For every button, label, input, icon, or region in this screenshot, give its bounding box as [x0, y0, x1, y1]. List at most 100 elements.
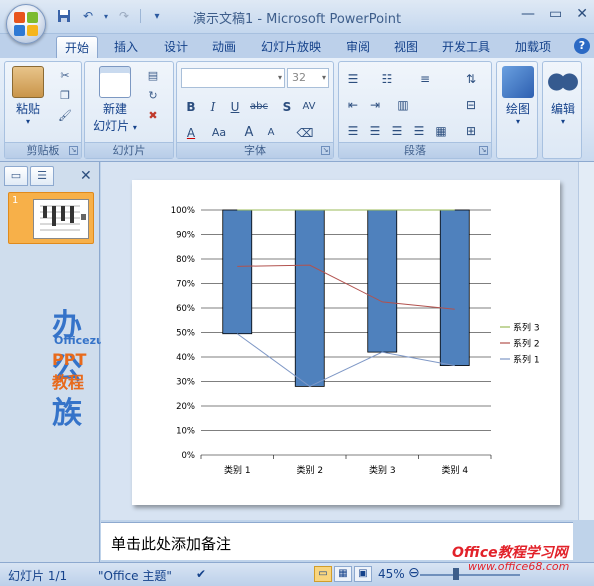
theme-name[interactable]: "Office 主题" [98, 567, 172, 584]
x-tick-label: 类别 2 [296, 464, 323, 476]
normal-view-icon[interactable]: ▭ [314, 566, 332, 582]
watermark-subtitle: PPT教程 [52, 350, 87, 392]
tab-slideshow[interactable]: 幻灯片放映 [256, 36, 326, 58]
editing-button[interactable]: 编辑 ▾ [545, 66, 581, 126]
shapes-icon [502, 66, 534, 98]
clipboard-icon [12, 66, 44, 98]
y-tick-label: 100% [171, 206, 195, 216]
tab-view[interactable]: 视图 [388, 36, 424, 58]
group-paragraph: ☰ ☷ ≡ ⇅ ⇤ ⇥ ▥ ⊟ ☰ ☰ ☰ ☰ ▦ ⊞ 段落 ↘ [338, 61, 492, 159]
slide-thumbnail[interactable]: 1 [8, 192, 94, 244]
y-tick-label: 60% [176, 304, 195, 314]
notes-placeholder: 单击此处添加备注 [111, 535, 232, 553]
outline-tab-icon[interactable]: ☰ [30, 166, 54, 186]
tab-developer[interactable]: 开发工具 [436, 36, 496, 58]
zoom-out-icon[interactable]: ⊖ [408, 565, 420, 581]
reset-icon[interactable]: ↻ [145, 88, 161, 104]
cut-icon[interactable]: ✂ [57, 68, 73, 84]
tab-home[interactable]: 开始 [56, 36, 98, 58]
columns-icon[interactable]: ▥ [393, 94, 413, 114]
font-name-combo[interactable]: ▾ [181, 68, 285, 88]
sorter-view-icon[interactable]: ▦ [334, 566, 352, 582]
title-bar: ↶ ▾ ↷ ▾ 演示文稿1 - Microsoft PowerPoint — ▭… [0, 0, 594, 34]
char-spacing-button[interactable]: AV [299, 96, 319, 116]
delete-slide-icon[interactable]: ✖ [145, 108, 161, 124]
clear-formatting-icon[interactable]: ⌫ [295, 122, 315, 142]
tab-review[interactable]: 审阅 [340, 36, 376, 58]
shrink-font-button[interactable]: A [261, 122, 281, 142]
align-right-icon[interactable]: ☰ [387, 120, 407, 140]
tab-animations[interactable]: 动画 [206, 36, 242, 58]
new-slide-icon [99, 66, 131, 98]
office-button[interactable] [6, 4, 46, 44]
slide-canvas[interactable]: 0% 10% 20% 30% 40% 50% 60% 70% 80% 90% 100% 类别 1 类别 … [132, 180, 560, 505]
y-tick-label: 20% [176, 402, 195, 412]
line-spacing-icon[interactable]: ≡ [415, 68, 435, 88]
decrease-indent-icon[interactable]: ⇤ [343, 94, 363, 114]
window-title: 演示文稿1 - Microsoft PowerPoint [192, 12, 402, 27]
y-tick-label: 70% [176, 280, 195, 290]
layout-icon[interactable]: ▤ [145, 68, 161, 84]
zoom-level[interactable]: 45% [378, 567, 405, 581]
site-watermark-url: www.office68.com [468, 560, 570, 573]
drawing-dropdown-icon: ▾ [515, 117, 520, 126]
smartart-icon[interactable]: ⊞ [461, 120, 481, 140]
underline-button[interactable]: U [225, 96, 245, 116]
zoom-slider-knob[interactable] [453, 568, 459, 580]
chart[interactable]: 0% 10% 20% 30% 40% 50% 60% 70% 80% 90% 100% 类别 1 类别 … [132, 180, 560, 505]
tab-insert[interactable]: 插入 [108, 36, 144, 58]
group-font: ▾ 32 ▾ B I U abc S AV A Aa A A ⌫ 字体 ↘ [176, 61, 334, 159]
italic-button[interactable]: I [203, 96, 223, 116]
slides-group-label: 幻灯片 [85, 142, 173, 158]
drawing-button[interactable]: 绘图 ▾ [499, 66, 537, 126]
numbering-icon[interactable]: ☷ [377, 68, 397, 88]
font-size-combo[interactable]: 32 ▾ [287, 68, 329, 88]
close-panel-icon[interactable]: ✕ [80, 168, 92, 184]
x-tick-label: 类别 4 [441, 464, 468, 476]
office-logo-icon [14, 12, 38, 36]
help-icon[interactable]: ? [574, 38, 590, 54]
copy-icon[interactable]: ❐ [57, 88, 73, 104]
paste-dropdown-icon: ▾ [25, 117, 30, 126]
bold-button[interactable]: B [181, 96, 201, 116]
paste-button[interactable]: 粘贴 ▾ [11, 66, 45, 126]
font-color-button[interactable]: A [181, 122, 201, 142]
zoom-slider[interactable] [420, 574, 520, 576]
font-launcher-icon[interactable]: ↘ [321, 146, 330, 155]
editing-dropdown-icon: ▾ [560, 117, 565, 126]
slide-editing-area: 0% 10% 20% 30% 40% 50% 60% 70% 80% 90% 100% 类别 1 类别 … [101, 162, 594, 520]
vertical-scrollbar[interactable] [578, 162, 594, 520]
new-slide-label-1: 新建 [102, 102, 127, 116]
site-watermark: Office教程学习网 [452, 545, 568, 561]
paragraph-launcher-icon[interactable]: ↘ [479, 146, 488, 155]
increase-indent-icon[interactable]: ⇥ [365, 94, 385, 114]
tab-addins[interactable]: 加载项 [508, 36, 558, 58]
format-painter-icon[interactable]: 🖌 [57, 108, 73, 124]
font-size-value: 32 [292, 71, 306, 84]
bullets-icon[interactable]: ☰ [343, 68, 363, 88]
tab-design[interactable]: 设计 [158, 36, 194, 58]
align-left-icon[interactable]: ☰ [343, 120, 363, 140]
change-case-button[interactable]: Aa [209, 122, 229, 142]
shadow-button[interactable]: S [277, 96, 297, 116]
y-tick-label: 30% [176, 378, 195, 388]
new-slide-dropdown-icon: ▾ [132, 123, 137, 132]
slideshow-view-icon[interactable]: ▣ [354, 566, 372, 582]
strikethrough-button[interactable]: abc [249, 96, 269, 116]
minimize-icon[interactable]: — [521, 6, 535, 22]
new-slide-button[interactable]: 新建 幻灯片 ▾ [89, 66, 141, 134]
align-text-icon[interactable]: ⊟ [461, 94, 481, 114]
clipboard-launcher-icon[interactable]: ↘ [69, 146, 78, 155]
close-icon[interactable]: ✕ [576, 6, 588, 22]
thumbnail-preview [33, 199, 89, 239]
binoculars-icon [547, 66, 579, 98]
grow-font-button[interactable]: A [239, 122, 259, 142]
slides-tab-icon[interactable]: ▭ [4, 166, 28, 186]
maximize-icon[interactable]: ▭ [549, 6, 562, 22]
series-line [237, 264, 455, 310]
justify-icon[interactable]: ☰ [409, 120, 429, 140]
text-direction-icon[interactable]: ⇅ [461, 68, 481, 88]
distributed-icon[interactable]: ▦ [431, 120, 451, 140]
spell-check-icon[interactable]: ✔ [196, 567, 206, 581]
align-center-icon[interactable]: ☰ [365, 120, 385, 140]
